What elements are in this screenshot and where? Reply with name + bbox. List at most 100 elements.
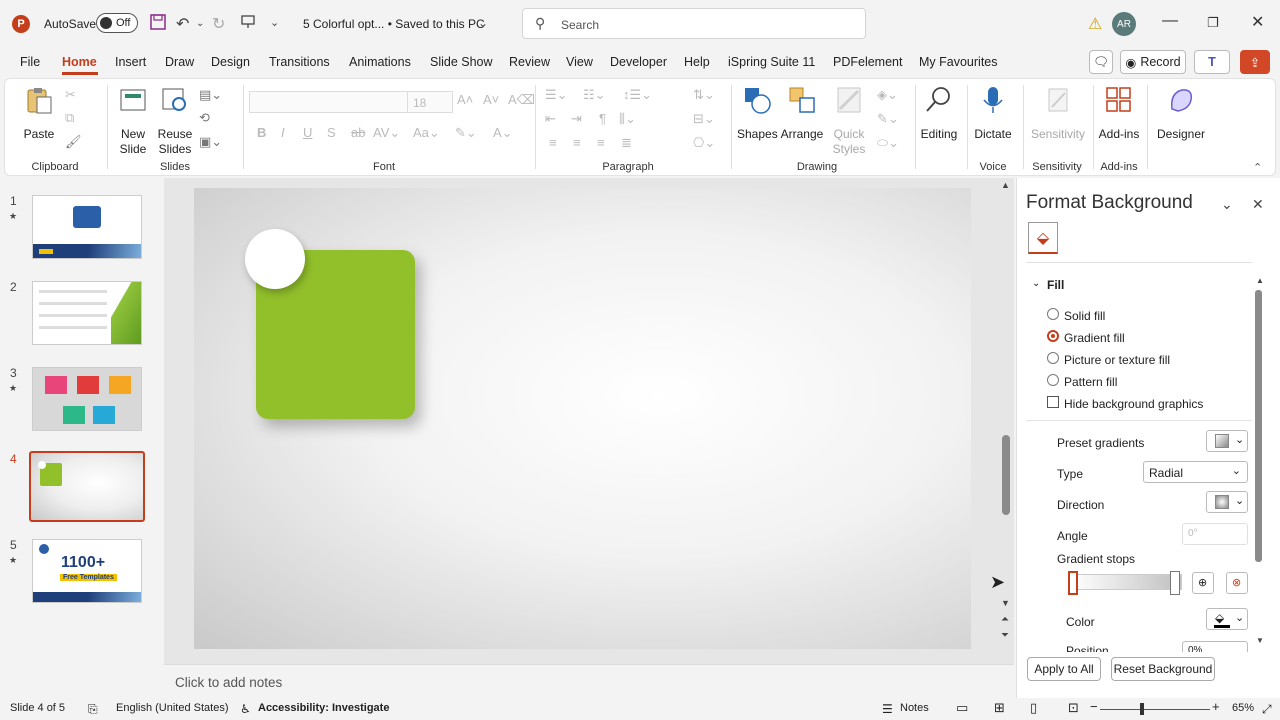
autosave-toggle[interactable]: Off <box>96 13 138 33</box>
notes-pane[interactable]: Click to add notes <box>164 664 1014 698</box>
tab-slide-show[interactable]: Slide Show <box>430 55 493 69</box>
align-left-icon[interactable]: ≡ <box>549 135 557 150</box>
pane-scroll-up-icon[interactable]: ▲ <box>1256 276 1264 285</box>
format-painter-icon[interactable]: 🖌 <box>65 134 82 150</box>
picture-fill-label[interactable]: Picture or texture fill <box>1064 353 1170 367</box>
shapes-button[interactable]: Shapes <box>737 85 778 142</box>
reuse-slides-button[interactable]: Reuse Slides <box>155 85 195 157</box>
slide-thumbnail-4[interactable] <box>29 451 145 522</box>
shape-fill-icon[interactable]: ◈⌄ <box>877 87 898 103</box>
shadow-icon[interactable]: S <box>327 125 336 140</box>
close-pane-icon[interactable]: ✕ <box>1252 196 1264 213</box>
tab-draw[interactable]: Draw <box>165 55 194 69</box>
tab-help[interactable]: Help <box>684 55 710 69</box>
pane-options-chevron-icon[interactable]: ⌄ <box>1221 196 1233 213</box>
align-center-icon[interactable]: ≡ <box>573 135 581 150</box>
underline-icon[interactable]: U <box>303 125 312 140</box>
fill-section-header[interactable]: Fill <box>1047 278 1064 292</box>
fit-to-window-icon[interactable]: ⤢ <box>1262 702 1272 717</box>
apply-to-all-button[interactable]: Apply to All <box>1027 657 1101 681</box>
slide-thumbnail-3[interactable] <box>32 367 142 431</box>
gradient-stop-1[interactable] <box>1068 571 1078 595</box>
restore-icon[interactable]: ❐ <box>1207 15 1219 31</box>
hide-background-graphics-label[interactable]: Hide background graphics <box>1064 397 1203 411</box>
layout-icon[interactable]: ▤⌄ <box>199 87 222 103</box>
sensitivity-button[interactable]: Sensitivity <box>1029 85 1087 142</box>
zoom-level[interactable]: 65% <box>1232 702 1254 714</box>
comments-button[interactable]: 🗨 <box>1089 50 1113 74</box>
columns-icon[interactable]: ⫼⌄ <box>619 111 636 127</box>
paste-button[interactable]: Paste <box>19 85 59 142</box>
remove-gradient-stop-button[interactable]: ⊗ <box>1226 572 1248 594</box>
tab-transitions[interactable]: Transitions <box>269 55 330 69</box>
previous-slide-icon[interactable]: ⏶ <box>1001 614 1009 625</box>
zoom-out-icon[interactable]: − <box>1090 699 1098 714</box>
add-gradient-stop-button[interactable]: ⊕ <box>1192 572 1214 594</box>
search-box[interactable]: ⚲ Search <box>522 8 866 39</box>
direction-dropdown[interactable]: ⌄ <box>1206 491 1248 513</box>
warning-icon[interactable]: ⚠ <box>1088 14 1102 34</box>
reading-view-icon[interactable]: ▯ <box>1030 700 1037 716</box>
canvas-scrollbar[interactable] <box>1002 435 1010 515</box>
reset-slide-icon[interactable]: ⟲ <box>199 110 210 126</box>
line-spacing-icon[interactable]: ↕☰⌄ <box>623 87 652 103</box>
close-icon[interactable]: ✕ <box>1251 12 1264 32</box>
teams-button[interactable]: T <box>1194 50 1230 74</box>
collapse-fill-icon[interactable]: ⌄ <box>1032 278 1040 289</box>
tab-pdfelement[interactable]: PDFelement <box>833 55 902 69</box>
tab-review[interactable]: Review <box>509 55 550 69</box>
strikethrough-icon[interactable]: ab <box>351 125 365 140</box>
slide-sorter-icon[interactable]: ⊞ <box>994 700 1005 716</box>
shape-outline-icon[interactable]: ✎⌄ <box>877 111 899 127</box>
scroll-up-icon[interactable]: ▲ <box>1001 180 1010 190</box>
tab-home[interactable]: Home <box>62 55 97 69</box>
designer-button[interactable]: Designer <box>1153 85 1209 142</box>
editing-button[interactable]: Editing <box>917 85 961 142</box>
next-slide-icon[interactable]: ⏷ <box>1001 630 1009 641</box>
tab-ispring[interactable]: iSpring Suite 11 <box>728 55 815 69</box>
paragraph-mark-icon[interactable]: ¶ <box>599 111 606 126</box>
slide-thumbnail-2[interactable] <box>32 281 142 345</box>
collapse-ribbon-icon[interactable]: ⌃ <box>1253 161 1262 174</box>
preset-gradients-dropdown[interactable]: ⌄ <box>1206 430 1248 452</box>
numbering-icon[interactable]: ☷⌄ <box>583 87 606 103</box>
pane-scrollbar[interactable] <box>1255 290 1262 562</box>
zoom-slider-track[interactable] <box>1100 709 1210 710</box>
undo-icon[interactable]: ↶ <box>176 14 189 34</box>
slide-thumbnail-5[interactable]: 1100+ Free Templates <box>32 539 142 603</box>
increase-font-icon[interactable]: A˄ <box>457 92 473 107</box>
font-size-input[interactable]: 18 <box>407 91 453 113</box>
minimize-icon[interactable]: — <box>1162 12 1178 30</box>
italic-icon[interactable]: I <box>281 125 285 140</box>
arrange-button[interactable]: Arrange <box>779 85 825 142</box>
zoom-in-icon[interactable]: + <box>1212 699 1220 714</box>
quick-styles-button[interactable]: Quick Styles <box>827 85 871 157</box>
pattern-fill-radio[interactable] <box>1047 374 1059 386</box>
font-color-icon[interactable]: A⌄ <box>493 125 513 141</box>
clear-formatting-icon[interactable]: A⌫ <box>508 92 535 108</box>
slide-thumbnail-1[interactable] <box>32 195 142 259</box>
reset-background-button[interactable]: Reset Background <box>1111 657 1215 681</box>
solid-fill-label[interactable]: Solid fill <box>1064 309 1105 323</box>
chevron-down-icon[interactable]: ⌄ <box>478 16 488 30</box>
gradient-stops-bar[interactable] <box>1072 574 1182 590</box>
zoom-slider-thumb[interactable] <box>1140 703 1144 715</box>
angle-spinner[interactable]: 0° <box>1182 523 1248 545</box>
solid-fill-radio[interactable] <box>1047 308 1059 320</box>
avatar[interactable]: AR <box>1112 12 1136 36</box>
redo-icon[interactable]: ↻ <box>212 14 225 34</box>
normal-view-icon[interactable]: ▭ <box>956 700 968 716</box>
color-picker-button[interactable]: ⬙ ⌄ <box>1206 608 1248 630</box>
save-icon[interactable] <box>150 14 166 35</box>
gradient-fill-radio[interactable] <box>1047 330 1059 342</box>
highlight-icon[interactable]: ✎⌄ <box>455 125 477 141</box>
bullets-icon[interactable]: ☰⌄ <box>545 87 568 103</box>
tab-developer[interactable]: Developer <box>610 55 667 69</box>
document-title[interactable]: 5 Colorful opt... • Saved to this PC <box>303 17 485 31</box>
undo-dropdown-icon[interactable]: ⌄ <box>196 18 204 29</box>
dictate-button[interactable]: Dictate <box>971 85 1015 142</box>
tab-animations[interactable]: Animations <box>349 55 411 69</box>
shape-effects-icon[interactable]: ⬭⌄ <box>877 135 899 151</box>
add-ins-button[interactable]: Add-ins <box>1097 85 1141 142</box>
copy-icon[interactable]: ⧉ <box>65 110 74 126</box>
